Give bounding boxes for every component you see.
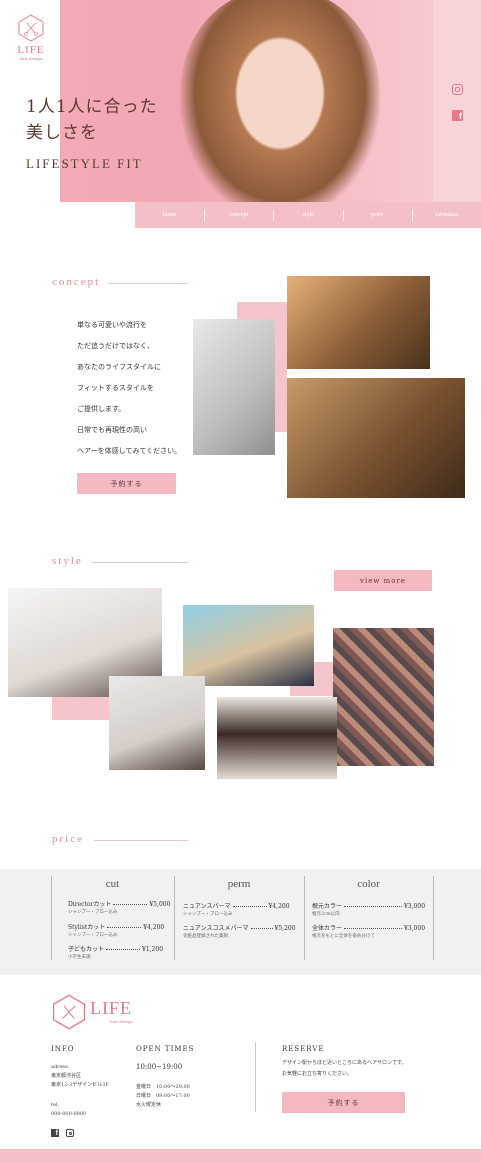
style-photo-4[interactable] xyxy=(109,676,205,770)
price-item: 根元カラー ¥3,000 根元2cm以内 xyxy=(312,903,426,917)
style-photo-5[interactable] xyxy=(217,697,337,779)
logo[interactable]: LIFE hair design xyxy=(10,14,52,64)
holiday-line: 水火曜定休 xyxy=(136,1102,162,1108)
address-label: adress. xyxy=(51,1064,70,1070)
concept-title: concept xyxy=(52,276,101,288)
style-photo-3[interactable] xyxy=(333,628,434,766)
logo-text: LIFE xyxy=(17,44,45,56)
instagram-icon[interactable] xyxy=(452,84,463,95)
concept-photo-salon-work xyxy=(287,276,430,369)
footer-instagram-icon[interactable] xyxy=(66,1129,74,1137)
logo-tagline: hair design xyxy=(19,56,43,61)
reserve-heading: RESERVE xyxy=(282,1045,325,1053)
hero-headline-2: 美しさを xyxy=(26,123,98,143)
price-item: 全体カラー ¥3,000 根元をもとに全体を染め分けて xyxy=(312,925,426,939)
price-heading-perm: perm xyxy=(227,878,251,890)
concept-line: フィットするスタイルを xyxy=(77,384,154,392)
nav-home[interactable]: home xyxy=(135,212,204,218)
concept-line: ご提供します。 xyxy=(77,405,126,413)
concept-photo-stylist xyxy=(193,319,275,455)
hours-line: 日曜日 09:00～17:00 xyxy=(136,1093,190,1099)
hours-detail: 金曜日 10:00～20:00 日曜日 09:00～17:00 水火曜定休 xyxy=(136,1083,190,1110)
price-heading-color: color xyxy=(357,878,380,890)
reserve-text-line: デザイン駅からほど近いところにあるヘアサロンです。 xyxy=(282,1060,407,1066)
hours-line: 金曜日 10:00～20:00 xyxy=(136,1084,190,1090)
footer-logo-text: LIFE xyxy=(90,998,132,1018)
scissors-hexagon-icon xyxy=(52,994,86,1030)
footer-vertical-divider xyxy=(255,1042,256,1112)
footer-logo[interactable]: LIFE hair design xyxy=(52,994,142,1030)
reserve-text: デザイン駅からほど近いところにあるヘアサロンです。 お気軽にお立ち寄りください。 xyxy=(282,1058,407,1080)
scissors-hexagon-icon xyxy=(18,14,44,42)
price-col-divider-4 xyxy=(433,876,434,960)
address-line-2: 東京12-3デザインビル3F xyxy=(51,1082,109,1088)
hours-heading: OPEN TIMES xyxy=(136,1045,195,1053)
footer-bottom-bar xyxy=(0,1149,481,1163)
tel-label: tel. xyxy=(51,1102,60,1108)
hours-main: 10:00~19:00 xyxy=(136,1063,183,1071)
concept-line: あなたのライフスタイルに xyxy=(77,363,161,371)
view-more-button[interactable]: view more xyxy=(334,570,432,591)
concept-line: 日常でも再現性の高い xyxy=(77,426,147,434)
nav-concept[interactable]: concept xyxy=(204,209,273,221)
concept-photo-interior xyxy=(287,378,465,498)
nav-price[interactable]: price xyxy=(342,209,412,221)
address-line-1: 東京都渋谷区 xyxy=(51,1073,82,1079)
main-nav: home concept style price salondata xyxy=(135,202,481,228)
reserve-text-line: お気軽にお立ち寄りください。 xyxy=(282,1071,353,1077)
price-item: Stylistカット ¥4,200 シャンプー・ブロー込み xyxy=(68,924,165,938)
info-heading: INFO xyxy=(51,1045,75,1053)
price-title: price xyxy=(52,833,84,845)
concept-divider xyxy=(108,283,188,284)
hero-subline: LIFESTYLE FIT xyxy=(26,156,143,171)
tel-block: tel. 000-000-0000 xyxy=(51,1101,86,1119)
style-title: style xyxy=(52,555,83,567)
tel-number: 000-000-0000 xyxy=(51,1111,87,1117)
footer-logo-tagline: hair design xyxy=(110,1019,133,1024)
nav-style[interactable]: style xyxy=(273,209,342,221)
style-divider xyxy=(92,562,188,563)
concept-line: ただ追うだけではなく、 xyxy=(77,342,154,350)
facebook-icon[interactable]: f xyxy=(452,110,463,121)
concept-line: ヘアーを体感してみてください。 xyxy=(77,447,182,455)
price-item: ニュアンスパーマ ¥4,200 シャンプー・ブロー込み xyxy=(183,903,290,917)
address-block: adress. 東京都渋谷区 東京12-3デザインビル3F xyxy=(51,1063,109,1090)
price-heading-cut: cut xyxy=(105,878,120,890)
hero-headline-1: 1人1人に合った xyxy=(26,97,158,117)
concept-line: 単なる可愛いや流行を xyxy=(77,321,147,329)
price-item: 子どもカット ¥1,200 小学生未満 xyxy=(68,946,164,960)
footer-facebook-icon[interactable]: f xyxy=(51,1129,59,1137)
hero-side-block xyxy=(433,0,481,202)
price-item: Directorカット ¥5,000 シャンプー・ブロー込み xyxy=(68,901,171,915)
price-item: ニュアンスコスメパーマ ¥5,200 化粧品登録された薬剤 xyxy=(183,925,296,939)
price-divider xyxy=(94,840,188,841)
concept-text: 単なる可愛いや流行を ただ追うだけではなく、 あなたのライフスタイルに フィット… xyxy=(77,315,181,462)
style-photo-2[interactable] xyxy=(183,605,314,686)
concept-reserve-button[interactable]: 予約する xyxy=(77,473,176,494)
footer-reserve-button[interactable]: 予約する xyxy=(282,1092,405,1113)
nav-salondata[interactable]: salondata xyxy=(411,209,481,221)
